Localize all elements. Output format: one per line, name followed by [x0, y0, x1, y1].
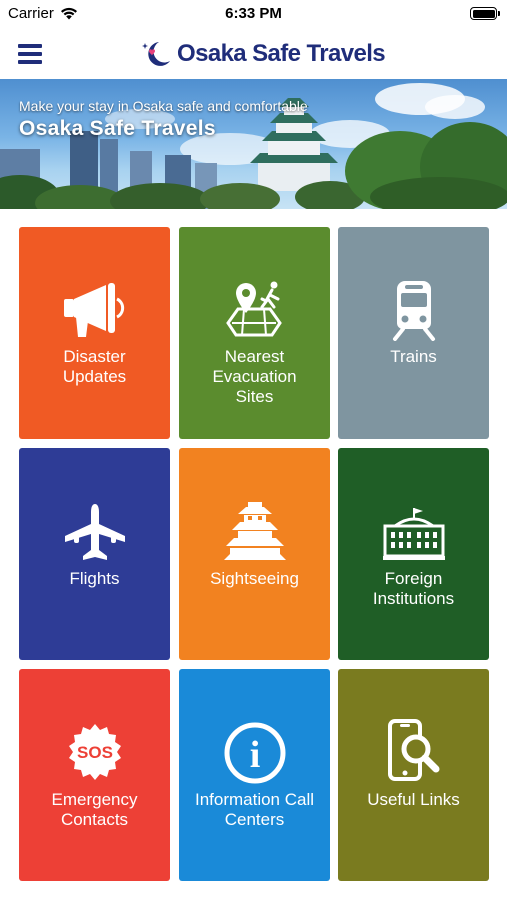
tile-label: Useful Links	[367, 790, 460, 809]
hero-banner: Make your stay in Osaka safe and comfort…	[0, 79, 507, 209]
megaphone-icon	[63, 283, 124, 337]
banner-title: Osaka Safe Travels	[19, 117, 216, 140]
tile-label: Trains	[390, 347, 437, 366]
tile-label: Sightseeing	[210, 569, 299, 588]
tile-sightseeing[interactable]: Sightseeing	[179, 448, 330, 660]
moon-heart-logo-icon	[142, 42, 170, 66]
tile-label: Flights	[69, 569, 120, 588]
tile-foreign-institutions[interactable]: Foreign Institutions	[338, 448, 489, 660]
tile-nearest-evacuation-sites[interactable]: Nearest Evacuation Sites	[179, 227, 330, 439]
tile-information-call-centers[interactable]: i Information Call Centers	[179, 669, 330, 881]
tile-label: Nearest Evacuation Sites	[212, 347, 297, 406]
banner-tagline: Make your stay in Osaka safe and comfort…	[19, 98, 308, 114]
tile-useful-links[interactable]: Useful Links	[338, 669, 489, 881]
app-logo: Osaka Safe Travels	[139, 39, 386, 69]
tile-disaster-updates[interactable]: Disaster Updates	[19, 227, 170, 439]
tile-flights[interactable]: Flights	[19, 448, 170, 660]
status-time: 6:33 PM	[225, 5, 282, 22]
status-bar: Carrier 6:33 PM	[0, 0, 507, 30]
tile-label: Information Call Centers	[194, 790, 315, 829]
tile-trains[interactable]: Trains	[338, 227, 489, 439]
tile-label: Foreign Institutions	[372, 569, 455, 608]
tile-label: Emergency Contacts	[51, 790, 138, 829]
airplane-icon	[64, 504, 125, 560]
evacuation-map-icon	[225, 281, 282, 337]
train-icon	[392, 281, 435, 341]
sos-text: SOS	[77, 743, 113, 762]
info-icon: i	[224, 722, 285, 784]
nav-bar: Osaka Safe Travels	[0, 30, 507, 78]
hamburger-menu-icon[interactable]	[16, 39, 46, 69]
battery-icon	[470, 7, 500, 20]
tile-label: Disaster Updates	[62, 347, 127, 386]
building-icon	[382, 508, 445, 560]
logo-text: Osaka Safe Travels	[177, 40, 386, 67]
tile-emergency-contacts[interactable]: SOS Emergency Contacts	[19, 669, 170, 881]
info-glyph: i	[249, 734, 260, 776]
sos-icon: SOS	[68, 724, 121, 780]
phone-search-icon	[387, 719, 439, 781]
castle-icon	[223, 502, 286, 560]
